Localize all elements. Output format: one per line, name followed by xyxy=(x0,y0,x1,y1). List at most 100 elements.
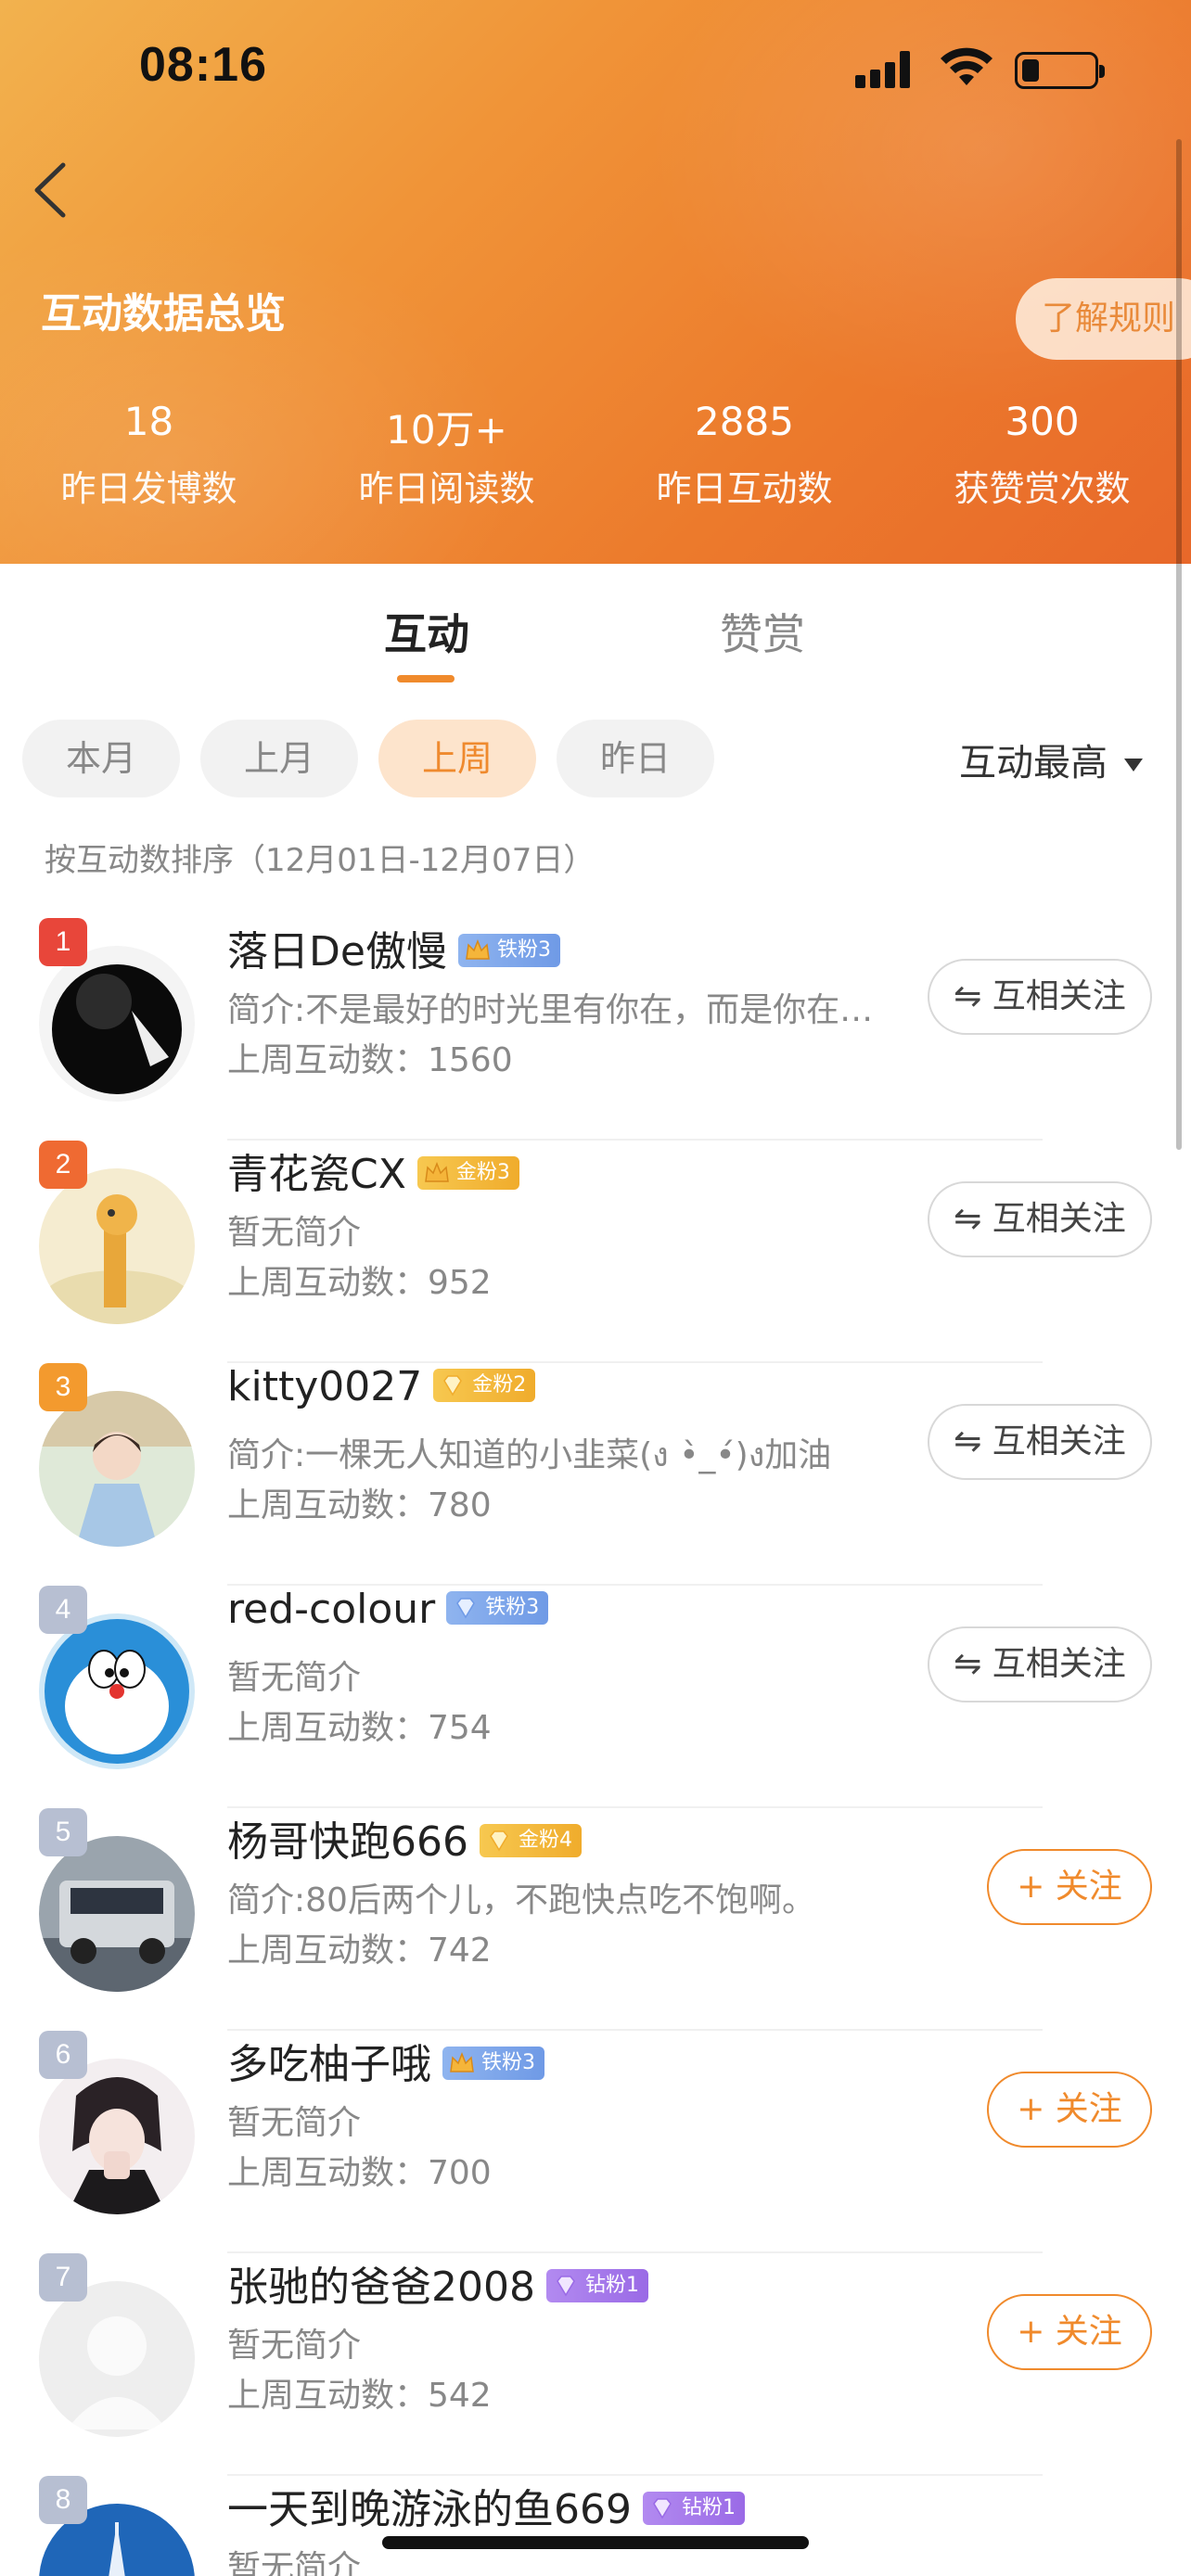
user-bio: 简介:80后两个儿，不跑快点吃不饱啊。 xyxy=(227,1881,815,1919)
user-name-text: 青花瓷CX xyxy=(227,1151,406,1198)
avatar[interactable] xyxy=(39,1836,195,1992)
list-item[interactable]: 1 落日De傲慢 铁粉3 简介:不是最好的时光里有你在，而是你在… 上周互动数：1… xyxy=(0,918,1191,1141)
rank-badge: 2 xyxy=(39,1141,87,1189)
sort-dropdown[interactable]: 互动最高 xyxy=(959,733,1143,786)
list-item[interactable]: 4 red-colour 铁粉3 暂无简介 上周互动数：754 ⇋ 互相关注 xyxy=(0,1586,1191,1808)
interaction-count: 上周互动数：780 xyxy=(227,1486,492,1524)
stat-label: 获赞赏次数 xyxy=(954,468,1131,509)
list-item[interactable]: 3 kitty0027 金粉2 简介:一棵无人知道的小韭菜(ง •̀_•́)ง加油… xyxy=(0,1363,1191,1586)
fan-badge: 钻粉1 xyxy=(642,2492,745,2525)
fan-badge-label: 铁粉3 xyxy=(485,1596,540,1619)
range-note: 按互动数排序（12月01日-12月07日） xyxy=(45,842,596,879)
stat-interactions[interactable]: 2885 昨日互动数 xyxy=(596,399,893,511)
fan-badge-label: 金粉4 xyxy=(518,1829,572,1852)
avatar[interactable] xyxy=(39,2281,195,2437)
user-name-text: kitty0027 xyxy=(227,1363,423,1410)
user-bio: 简介:一棵无人知道的小韭菜(ง •̀_•́)ง加油 xyxy=(227,1436,832,1474)
user-name-text: 落日De傲慢 xyxy=(227,928,447,976)
page-title: 互动数据总览 xyxy=(41,290,286,338)
wifi-icon xyxy=(941,47,992,85)
user-bio: 暂无简介 xyxy=(227,2549,362,2576)
avatar[interactable] xyxy=(39,1168,195,1324)
list-item[interactable]: 2 青花瓷CX 金粉3 暂无简介 上周互动数：952 ⇋ 互相关注 xyxy=(0,1141,1191,1363)
stat-label: 昨日阅读数 xyxy=(358,468,535,509)
rank-badge: 5 xyxy=(39,1808,87,1856)
user-name-text: 杨哥快跑666 xyxy=(227,1818,468,1866)
mutual-follow-button[interactable]: ⇋ 互相关注 xyxy=(928,1626,1152,1702)
user-name-text: 一天到晚游泳的鱼669 xyxy=(227,2486,632,2533)
rank-badge: 1 xyxy=(39,918,87,966)
follow-button[interactable]: + 关注 xyxy=(987,2294,1152,2370)
fan-badge-label: 铁粉3 xyxy=(496,938,551,962)
tab-reward[interactable]: 赞赏 xyxy=(720,601,805,662)
home-indicator[interactable] xyxy=(382,2536,809,2549)
fan-badge-label: 钻粉1 xyxy=(584,2274,639,2297)
stat-label: 昨日互动数 xyxy=(656,468,833,509)
main-tabs: 互动 赞赏 xyxy=(0,564,1191,694)
stat-value: 18 xyxy=(123,399,174,444)
filter-yesterday[interactable]: 昨日 xyxy=(557,720,714,797)
stat-value: 10万+ xyxy=(386,407,507,453)
avatar[interactable] xyxy=(39,1391,195,1547)
avatar[interactable] xyxy=(39,946,195,1102)
diamond-icon xyxy=(653,2498,672,2519)
tab-interaction[interactable]: 互动 xyxy=(384,601,469,662)
crown-icon xyxy=(450,2051,474,2072)
user-name[interactable]: 一天到晚游泳的鱼669 钻粉1 xyxy=(227,2476,745,2535)
stat-label: 昨日发博数 xyxy=(60,468,237,509)
list-item[interactable]: 8 一天到晚游泳的鱼669 钻粉1 暂无简介 xyxy=(0,2476,1191,2576)
avatar[interactable] xyxy=(39,1613,195,1769)
stats-row: 18 昨日发博数 10万+ 昨日阅读数 2885 昨日互动数 300 获赞赏次数 xyxy=(0,399,1191,529)
rank-badge: 7 xyxy=(39,2253,87,2302)
rules-button[interactable]: 了解规则 xyxy=(1016,278,1191,360)
mutual-follow-button[interactable]: ⇋ 互相关注 xyxy=(928,959,1152,1035)
user-name[interactable]: 杨哥快跑666 金粉4 xyxy=(227,1808,582,1868)
stat-reads[interactable]: 10万+ 昨日阅读数 xyxy=(298,399,596,511)
stat-posts[interactable]: 18 昨日发博数 xyxy=(0,399,298,511)
interaction-count: 上周互动数：700 xyxy=(227,2154,492,2192)
user-bio: 暂无简介 xyxy=(227,2104,362,2142)
fan-badge-label: 金粉3 xyxy=(455,1161,510,1184)
user-bio: 简介:不是最好的时光里有你在，而是你在… xyxy=(227,991,874,1029)
user-bio: 暂无简介 xyxy=(227,1214,362,1252)
header-banner: 08:16 互动数据总览 了解规则 18 昨日发博数 10万+ 昨日阅读数 28… xyxy=(0,0,1191,564)
user-name-text: 张驰的爸爸2008 xyxy=(227,2264,535,2311)
rank-badge: 8 xyxy=(39,2476,87,2524)
fan-badge: 金粉3 xyxy=(416,1156,519,1190)
rank-badge: 4 xyxy=(39,1586,87,1634)
user-name[interactable]: 多吃柚子哦 铁粉3 xyxy=(227,2031,544,2090)
follow-button[interactable]: + 关注 xyxy=(987,1849,1152,1925)
user-name[interactable]: red-colour 铁粉3 xyxy=(227,1586,549,1633)
user-name-text: 多吃柚子哦 xyxy=(227,2041,431,2088)
fan-badge: 金粉4 xyxy=(479,1824,582,1857)
stat-value: 2885 xyxy=(695,399,794,444)
back-arrow-icon[interactable] xyxy=(28,158,74,223)
user-name[interactable]: 张驰的爸爸2008 钻粉1 xyxy=(227,2253,648,2313)
mutual-follow-button[interactable]: ⇋ 互相关注 xyxy=(928,1404,1152,1480)
tab-active-indicator xyxy=(397,675,455,682)
follow-button[interactable]: + 关注 xyxy=(987,2072,1152,2148)
user-name[interactable]: 落日De傲慢 铁粉3 xyxy=(227,918,560,977)
filter-last-week[interactable]: 上周 xyxy=(378,720,536,797)
list-item[interactable]: 7 张驰的爸爸2008 钻粉1 暂无简介 上周互动数：542 + 关注 xyxy=(0,2253,1191,2476)
stat-value: 300 xyxy=(1005,399,1080,444)
interaction-count: 上周互动数：754 xyxy=(227,1709,492,1747)
crown-icon xyxy=(425,1161,449,1182)
user-name[interactable]: 青花瓷CX 金粉3 xyxy=(227,1141,519,1200)
fan-badge-label: 铁粉3 xyxy=(481,2051,535,2074)
avatar[interactable] xyxy=(39,2059,195,2214)
cellular-signal-icon xyxy=(855,51,920,88)
interaction-count: 上周互动数：1560 xyxy=(227,1041,513,1079)
gem-icon xyxy=(490,1830,508,1852)
list-item[interactable]: 6 多吃柚子哦 铁粉3 暂无简介 上周互动数：700 + 关注 xyxy=(0,2031,1191,2253)
mutual-follow-button[interactable]: ⇋ 互相关注 xyxy=(928,1181,1152,1257)
list-item[interactable]: 5 杨哥快跑666 金粉4 简介:80后两个儿，不跑快点吃不饱啊。 上周互动数：7… xyxy=(0,1808,1191,2031)
filter-this-month[interactable]: 本月 xyxy=(22,720,180,797)
interaction-count: 上周互动数：742 xyxy=(227,1932,492,1970)
stat-rewards[interactable]: 300 获赞赏次数 xyxy=(893,399,1191,511)
filter-last-month[interactable]: 上月 xyxy=(200,720,358,797)
scrollbar[interactable] xyxy=(1176,139,1182,1150)
user-name[interactable]: kitty0027 金粉2 xyxy=(227,1363,536,1410)
fan-badge: 铁粉3 xyxy=(457,934,560,967)
crown-icon xyxy=(466,938,490,960)
